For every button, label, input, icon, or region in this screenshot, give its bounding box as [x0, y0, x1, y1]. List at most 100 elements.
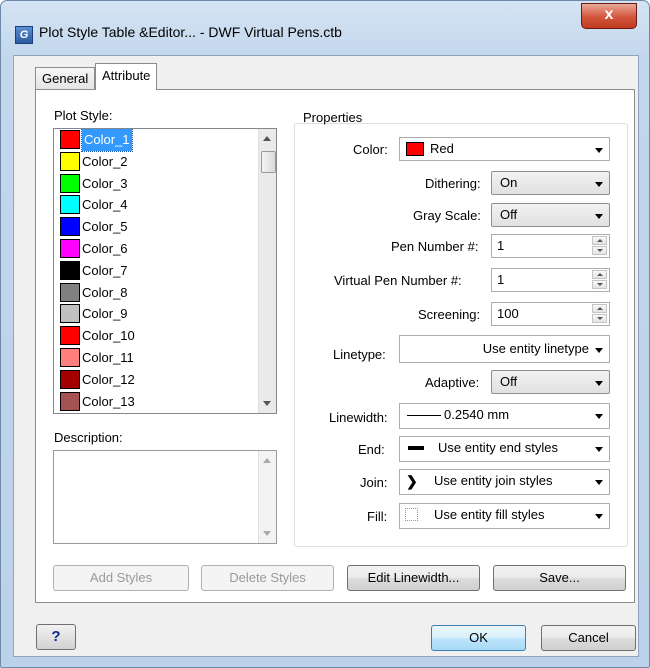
color-swatch	[60, 173, 80, 193]
description-textarea[interactable]	[53, 450, 277, 544]
color-value: Red	[430, 141, 454, 156]
cancel-button[interactable]: Cancel	[541, 625, 636, 651]
chevron-down-icon	[595, 148, 603, 153]
chevron-down-icon	[595, 182, 603, 187]
plot-style-item[interactable]: Color_7	[54, 260, 276, 282]
plot-style-item[interactable]: Color_3	[54, 173, 276, 195]
end-dropdown[interactable]: Use entity end styles	[399, 436, 610, 462]
plot-style-dialog: G Plot Style Table &Editor... - DWF Virt…	[0, 0, 650, 668]
plot-style-scrollbar[interactable]	[258, 129, 276, 413]
fill-value: Use entity fill styles	[434, 507, 545, 522]
scroll-down-arrow-icon[interactable]	[263, 401, 271, 406]
adaptive-dropdown[interactable]: Off	[491, 370, 610, 394]
autocad-app-icon: G	[15, 26, 33, 44]
plot-style-item[interactable]: Color_9	[54, 303, 276, 325]
edit-linewidth-button[interactable]: Edit Linewidth...	[347, 565, 480, 591]
delete-styles-button[interactable]: Delete Styles	[201, 565, 334, 591]
plot-style-item[interactable]: Color_2	[54, 151, 276, 173]
join-value: Use entity join styles	[434, 473, 553, 488]
linewidth-value: 0.2540 mm	[444, 407, 510, 422]
plot-style-list[interactable]: Color_1 Color_2 Color_3 Color_4 Color_5 Color…	[53, 128, 277, 414]
scroll-thumb[interactable]	[261, 151, 276, 173]
chevron-down-icon	[595, 381, 603, 386]
plot-style-item[interactable]: Color_4	[54, 194, 276, 216]
spin-up-button[interactable]	[592, 304, 607, 313]
plot-style-item[interactable]: Color_12	[54, 369, 276, 391]
fill-dropdown[interactable]: Use entity fill styles	[399, 503, 610, 529]
properties-label: Properties	[303, 110, 363, 125]
plot-style-item[interactable]: Color_5	[54, 216, 276, 238]
gray-scale-label: Gray Scale:	[413, 208, 481, 223]
chevron-down-icon	[595, 414, 603, 419]
spin-up-button[interactable]	[592, 236, 607, 245]
color-label: Color:	[353, 142, 388, 157]
color-swatch	[60, 369, 80, 389]
plot-style-item[interactable]: Color_8	[54, 282, 276, 304]
end-label: End:	[358, 442, 385, 457]
plot-style-item-label: Color_8	[82, 284, 128, 300]
chevron-down-icon	[595, 480, 603, 485]
plot-style-item[interactable]: Color_13	[54, 391, 276, 413]
dithering-dropdown[interactable]: On	[491, 171, 610, 195]
linewidth-dropdown[interactable]: 0.2540 mm	[399, 403, 610, 429]
spin-up-button[interactable]	[592, 270, 607, 279]
virtual-pen-number-spinner[interactable]: 1	[491, 268, 610, 292]
chevron-down-icon	[595, 447, 603, 452]
chevron-down-icon	[595, 514, 603, 519]
gray-scale-value: Off	[500, 207, 518, 222]
plot-style-item-label: Color_2	[82, 153, 128, 169]
tab-general[interactable]: General	[35, 67, 96, 90]
linewidth-line-icon	[407, 415, 441, 416]
plot-style-item-label: Color_9	[82, 306, 128, 322]
plot-style-item[interactable]: Color_6	[54, 238, 276, 260]
help-button[interactable]: ?	[36, 624, 76, 650]
adaptive-label: Adaptive:	[425, 375, 480, 390]
plot-style-item-label: Color_10	[82, 328, 135, 344]
screening-label: Screening:	[418, 307, 481, 322]
chevron-down-icon	[595, 348, 603, 353]
plot-style-item-label: Color_11	[82, 349, 134, 365]
gray-scale-dropdown[interactable]: Off	[491, 203, 610, 227]
color-swatch	[60, 347, 80, 367]
description-scrollbar[interactable]	[258, 451, 276, 543]
plot-style-item[interactable]: Color_1	[54, 129, 276, 152]
save-button[interactable]: Save...	[493, 565, 626, 591]
plot-style-item-label: Color_1	[81, 129, 133, 152]
join-style-icon: ❯	[406, 473, 418, 489]
color-swatch	[60, 130, 80, 149]
virtual-pen-number-label: Virtual Pen Number #:	[334, 273, 462, 288]
color-dropdown[interactable]: Red	[399, 137, 610, 161]
adaptive-value: Off	[500, 374, 518, 389]
spin-down-button[interactable]	[592, 280, 607, 289]
close-button[interactable]: x	[581, 3, 637, 29]
color-swatch	[60, 282, 80, 302]
plot-style-item-label: Color_5	[82, 219, 128, 235]
plot-style-item[interactable]: Color_10	[54, 325, 276, 347]
screening-spinner[interactable]: 100	[491, 302, 610, 326]
pen-number-value: 1	[497, 238, 505, 253]
plot-style-item-label: Color_7	[82, 262, 128, 278]
screening-value: 100	[497, 306, 519, 321]
scroll-up-arrow-icon[interactable]	[263, 136, 271, 141]
scroll-down-arrow-icon[interactable]	[263, 531, 271, 536]
plot-style-item[interactable]: Color_11	[54, 347, 276, 369]
plot-style-label: Plot Style:	[54, 108, 113, 123]
chevron-down-icon	[595, 214, 603, 219]
plot-style-item-label: Color_3	[82, 175, 128, 191]
fill-label: Fill:	[367, 509, 388, 524]
tab-attribute[interactable]: Attribute	[95, 63, 158, 90]
ok-button[interactable]: OK	[431, 625, 526, 651]
plot-style-item-label: Color_12	[82, 371, 135, 387]
plot-style-item-label: Color_4	[82, 197, 128, 213]
color-swatch	[60, 217, 80, 237]
color-swatch	[60, 260, 80, 280]
spin-down-button[interactable]	[592, 246, 607, 255]
join-dropdown[interactable]: ❯ Use entity join styles	[399, 469, 610, 495]
plot-style-item-label: Color_6	[82, 240, 128, 256]
linetype-dropdown[interactable]: Use entity linetype	[399, 335, 610, 363]
spin-down-button[interactable]	[592, 314, 607, 323]
end-value: Use entity end styles	[438, 440, 558, 455]
pen-number-spinner[interactable]: 1	[491, 234, 610, 258]
scroll-up-arrow-icon[interactable]	[263, 458, 271, 463]
add-styles-button[interactable]: Add Styles	[53, 565, 189, 591]
